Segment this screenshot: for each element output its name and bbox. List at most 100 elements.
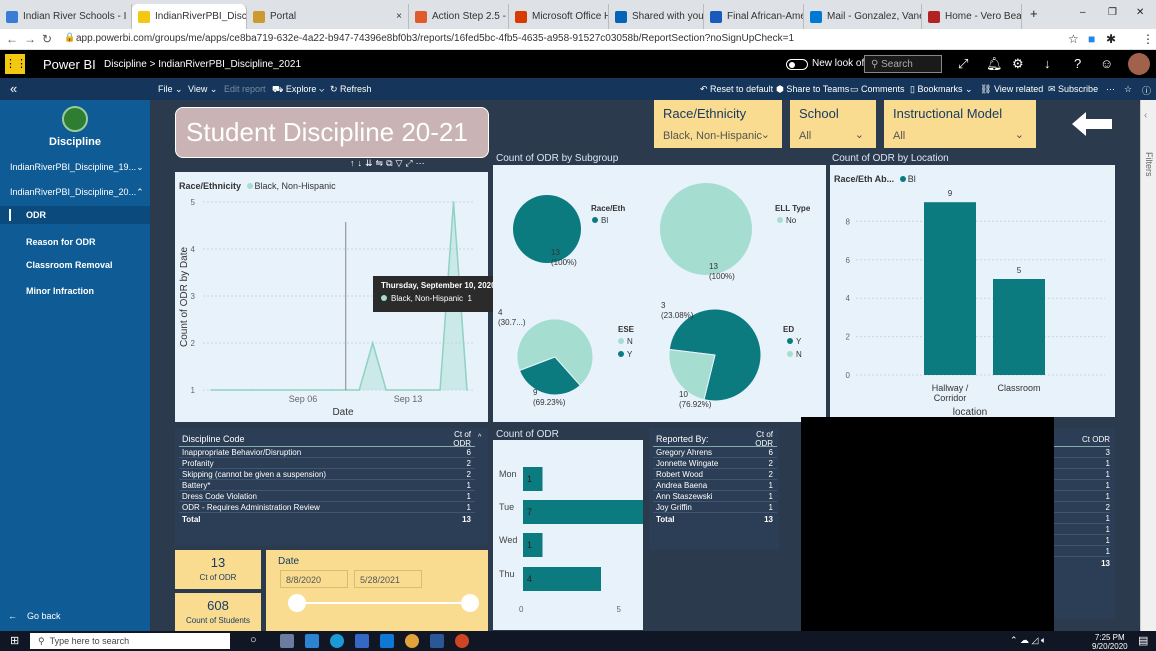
go-back-button[interactable]: ← Go back <box>8 611 61 621</box>
column-header[interactable]: Ct of ODR <box>435 430 475 448</box>
bar[interactable] <box>523 533 543 557</box>
bar[interactable] <box>924 202 976 375</box>
column-header[interactable]: Ct of ODR <box>737 430 777 448</box>
table-row[interactable]: Joy Griffin 1 <box>653 502 777 513</box>
word-icon[interactable] <box>430 634 444 648</box>
data-point[interactable] <box>250 389 253 391</box>
notification-center-icon[interactable]: ▤ <box>1138 634 1148 647</box>
table-row[interactable]: Dress Code Violation 1 <box>179 491 475 502</box>
data-point[interactable] <box>358 389 361 391</box>
table-row[interactable]: Battery* 1 <box>179 480 475 491</box>
visual-header-icons[interactable]: ↑↓⇊⇋⧉▽⤢⋯ <box>350 158 488 170</box>
task-view-icon[interactable]: ○ <box>250 634 264 648</box>
maximize-icon[interactable]: ❐ <box>1108 7 1117 18</box>
close-window-icon[interactable]: ✕ <box>1136 7 1144 18</box>
reload-icon[interactable]: ↻ <box>42 32 52 46</box>
info-icon[interactable]: ⓘ <box>1142 84 1151 97</box>
browser-tab[interactable]: Indian River Schools - I× <box>0 4 132 29</box>
pie-slice[interactable] <box>513 195 581 263</box>
data-point[interactable] <box>466 389 468 391</box>
comments-button[interactable]: ▭ Comments <box>850 84 905 95</box>
star-icon[interactable]: ☆ <box>1068 32 1079 46</box>
bar[interactable] <box>523 467 543 491</box>
help-icon[interactable]: ? <box>1074 56 1081 71</box>
table-row[interactable]: Profanity 2 <box>179 458 475 469</box>
data-point[interactable] <box>237 389 239 391</box>
bookmarks-button[interactable]: ▯ Bookmarks ⌄ <box>910 84 973 95</box>
data-point[interactable] <box>398 389 401 391</box>
data-point[interactable] <box>304 389 307 391</box>
chevron-down-icon[interactable]: ⌄ <box>761 128 770 141</box>
back-icon[interactable]: ← <box>6 32 18 46</box>
chevron-down-icon[interactable]: ⌄ <box>136 162 144 173</box>
scroll-up-icon[interactable]: ^ <box>478 434 481 441</box>
chrome-icon[interactable] <box>405 634 419 648</box>
table-row[interactable]: 1 <box>1050 546 1110 557</box>
filters-pane[interactable]: ‹ Filters <box>1140 100 1156 631</box>
table-row[interactable]: 1 <box>1050 524 1110 535</box>
feedback-icon[interactable]: ☺ <box>1100 56 1113 71</box>
browser-tab[interactable]: Action Step 2.5 - Out-× <box>409 4 509 29</box>
breadcrumb[interactable]: Discipline > IndianRiverPBI_Discipline_2… <box>104 59 301 70</box>
chevron-left-icon[interactable]: ‹ <box>1144 110 1147 121</box>
data-point[interactable] <box>210 389 212 391</box>
column-header[interactable]: Ct ODR <box>1050 435 1110 444</box>
back-arrow-icon[interactable] <box>1070 110 1114 138</box>
bar[interactable] <box>523 500 643 524</box>
browser-tab[interactable]: Portal × <box>247 4 409 29</box>
browser-tab[interactable]: Shared with you - One× <box>609 4 704 29</box>
pie-slice[interactable] <box>660 183 752 275</box>
column-header[interactable]: Reported By: <box>653 434 737 444</box>
powerbi-brand[interactable]: Power BI <box>43 57 96 72</box>
explore-menu[interactable]: ⛟ Explore ⌄ <box>272 84 325 96</box>
table-row[interactable]: 1 <box>1050 535 1110 546</box>
minimize-icon[interactable]: – <box>1080 7 1086 18</box>
taskbar-app-icon[interactable] <box>280 634 294 648</box>
data-point[interactable] <box>412 389 414 391</box>
subscribe-button[interactable]: ✉ Subscribe <box>1048 84 1098 95</box>
nav-item[interactable]: Reason for ODR <box>0 233 150 251</box>
end-date-input[interactable]: 5/28/2021 <box>354 570 422 588</box>
table-row[interactable]: ODR - Requires Administration Review 1 <box>179 502 475 513</box>
data-point[interactable] <box>371 342 374 344</box>
close-tab-icon[interactable]: × <box>390 11 402 22</box>
edit-report-button[interactable]: Edit report <box>224 84 266 94</box>
nav-item[interactable]: IndianRiverPBI_Discipline_20... ⌃ <box>0 183 150 201</box>
date-range-start-handle[interactable] <box>288 594 306 612</box>
nav-item[interactable]: Minor Infraction <box>0 282 150 300</box>
nav-item[interactable]: ODR <box>0 206 150 224</box>
view-menu[interactable]: View ⌄ <box>188 84 217 95</box>
table-row[interactable]: 1 <box>1050 513 1110 524</box>
mail-icon[interactable] <box>380 634 394 648</box>
table-row[interactable]: 1 <box>1050 491 1110 502</box>
odr-by-location-chart[interactable]: Race/Eth Ab... Bl 0 2 4 6 8 9 Hallway / Corrido… <box>830 165 1115 417</box>
data-point[interactable] <box>385 389 387 391</box>
start-date-input[interactable]: 8/8/2020 <box>280 570 348 588</box>
chevron-down-icon[interactable]: ⌄ <box>855 128 864 141</box>
puzzle-icon[interactable]: ✱ <box>1106 32 1116 46</box>
file-menu[interactable]: File ⌄ <box>158 84 183 95</box>
new-look-toggle[interactable] <box>786 59 808 70</box>
search-input[interactable]: ⚲ Search <box>864 55 942 73</box>
extension-icon[interactable]: ■ <box>1088 32 1095 46</box>
slicer-school[interactable]: School All ⌄ <box>790 100 876 148</box>
favorite-icon[interactable]: ☆ <box>1124 84 1132 95</box>
app-launcher-icon[interactable]: ⋮⋮ <box>5 54 27 74</box>
data-point[interactable] <box>317 389 320 391</box>
slicer-race-ethnicity[interactable]: Race/Ethnicity Black, Non-Hispanic ⌄ <box>654 100 782 148</box>
table-row[interactable]: Ann Staszewski 1 <box>653 491 777 502</box>
browser-tab[interactable]: Microsoft Office Home× <box>509 4 609 29</box>
column-header[interactable]: Discipline Code <box>179 434 435 444</box>
data-point[interactable] <box>291 389 293 391</box>
new-tab-icon[interactable]: + <box>1030 6 1038 21</box>
browser-tab[interactable]: Final African-American× <box>704 4 804 29</box>
bar[interactable] <box>523 567 601 591</box>
chevron-up-icon[interactable]: ⌃ <box>136 187 144 198</box>
table-row[interactable]: Jonnette Wingate 2 <box>653 458 777 469</box>
forward-icon[interactable]: → <box>24 32 36 46</box>
day-bar-svg[interactable]: Mon 1 Tue 7 Wed 1 Thu 4 0 5 <box>493 440 643 630</box>
pie-chart[interactable] <box>516 318 594 396</box>
reset-button[interactable]: ↶ Reset to default <box>700 84 773 95</box>
table-row[interactable]: 1 <box>1050 469 1110 480</box>
data-point[interactable] <box>425 389 428 391</box>
